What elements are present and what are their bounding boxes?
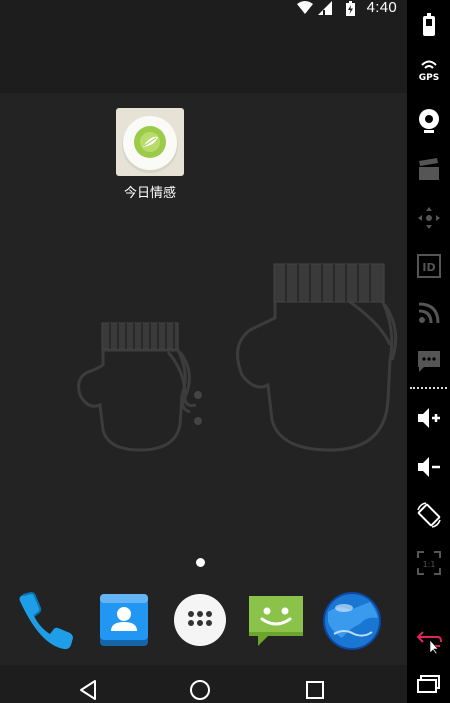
signal-icon: [318, 1, 332, 15]
navigation-bar: [0, 665, 407, 703]
back-arrow-icon[interactable]: [415, 626, 443, 654]
app-drawer-button[interactable]: [168, 588, 232, 652]
status-bar: 4:40: [0, 0, 407, 16]
id-label: ID: [422, 261, 435, 274]
contacts-icon: [100, 594, 148, 646]
recents-icon[interactable]: [415, 672, 443, 700]
id-icon[interactable]: ID: [415, 252, 443, 280]
android-screen: 4:40 今日情感: [0, 0, 407, 703]
green-leaf-plate-icon: [116, 108, 184, 176]
recents-icon[interactable]: [303, 678, 327, 702]
gps-icon[interactable]: GPS: [415, 56, 443, 84]
camera-icon[interactable]: [415, 106, 443, 134]
wifi-icon: [297, 1, 313, 14]
toolbar-divider: [410, 387, 447, 389]
volume-up-icon[interactable]: [415, 404, 443, 432]
back-icon[interactable]: [76, 678, 100, 702]
battery-icon[interactable]: [415, 10, 443, 38]
browser-app-button[interactable]: [320, 588, 384, 652]
sms-icon[interactable]: [415, 347, 443, 375]
home-icon[interactable]: [188, 678, 212, 702]
status-time: 4:40: [366, 0, 397, 16]
app-shortcut-label[interactable]: 今日情感: [100, 182, 200, 201]
dpad-icon[interactable]: [415, 204, 443, 232]
phone-app-button[interactable]: [14, 588, 78, 652]
page-indicator-dot: [196, 558, 205, 567]
scale-icon[interactable]: 1:1: [415, 549, 443, 577]
rss-icon[interactable]: [415, 299, 443, 327]
app-drawer-icon: [174, 594, 226, 646]
app-shortcut-icon[interactable]: [116, 108, 184, 176]
gps-label: GPS: [419, 73, 439, 83]
battery-charging-icon: [346, 1, 355, 16]
movie-clapper-icon[interactable]: [415, 156, 443, 184]
messaging-app-button[interactable]: [244, 588, 308, 652]
contacts-app-button[interactable]: [92, 588, 156, 652]
rotate-icon[interactable]: [415, 501, 443, 529]
messaging-icon: [249, 596, 303, 646]
phone-icon: [19, 591, 73, 650]
dock: [0, 582, 407, 657]
volume-down-icon[interactable]: [415, 453, 443, 481]
emulator-side-toolbar: GPS ID 1:1: [407, 0, 450, 703]
scale-label: 1:1: [423, 560, 436, 569]
mittens-wallpaper: [77, 263, 398, 452]
globe-icon: [323, 592, 381, 650]
